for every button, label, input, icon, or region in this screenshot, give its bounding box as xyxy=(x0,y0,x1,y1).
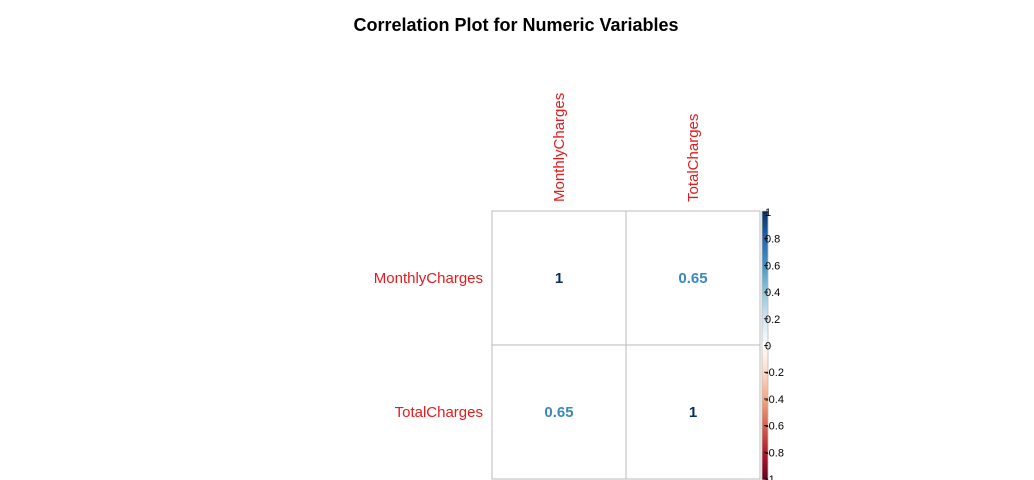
legend-tick-label: -1 xyxy=(765,474,775,480)
legend-tick-label: 0.4 xyxy=(765,287,780,299)
color-legend-bar: 1 0.8 0.6 0.4 0.2 0 -0.2 -0.4 -0.6 -0.8 -1 xyxy=(761,207,784,480)
legend-tick-label: 0.8 xyxy=(765,234,780,246)
cell-value-label: 1 xyxy=(689,404,697,421)
legend-tick-label: 1 xyxy=(765,207,771,219)
correlation-plot: Correlation Plot for Numeric Variables 1… xyxy=(353,15,784,480)
row-label: TotalCharges xyxy=(395,404,483,421)
legend-tick-label: 0.2 xyxy=(765,314,780,326)
row-label: MonthlyCharges xyxy=(374,270,483,287)
column-label: MonthlyCharges xyxy=(551,93,568,202)
correlation-matrix: 1 0.65 0.65 1 MonthlyCharges TotalCharges Mont… xyxy=(374,93,761,480)
legend-tick-label: -0.4 xyxy=(765,394,784,406)
legend-tick-label: -0.8 xyxy=(765,447,784,459)
column-label: TotalCharges xyxy=(685,114,702,202)
legend-tick-label: 0 xyxy=(765,341,771,353)
legend-tick-label: 0.6 xyxy=(765,260,780,272)
cell-value-label: 0.65 xyxy=(678,270,707,287)
cell-value-label: 1 xyxy=(555,270,563,287)
legend-tick-label: -0.2 xyxy=(765,367,784,379)
legend-tick-label: -0.6 xyxy=(765,421,784,433)
chart-title: Correlation Plot for Numeric Variables xyxy=(353,15,678,35)
cell-value-label: 0.65 xyxy=(544,404,573,421)
